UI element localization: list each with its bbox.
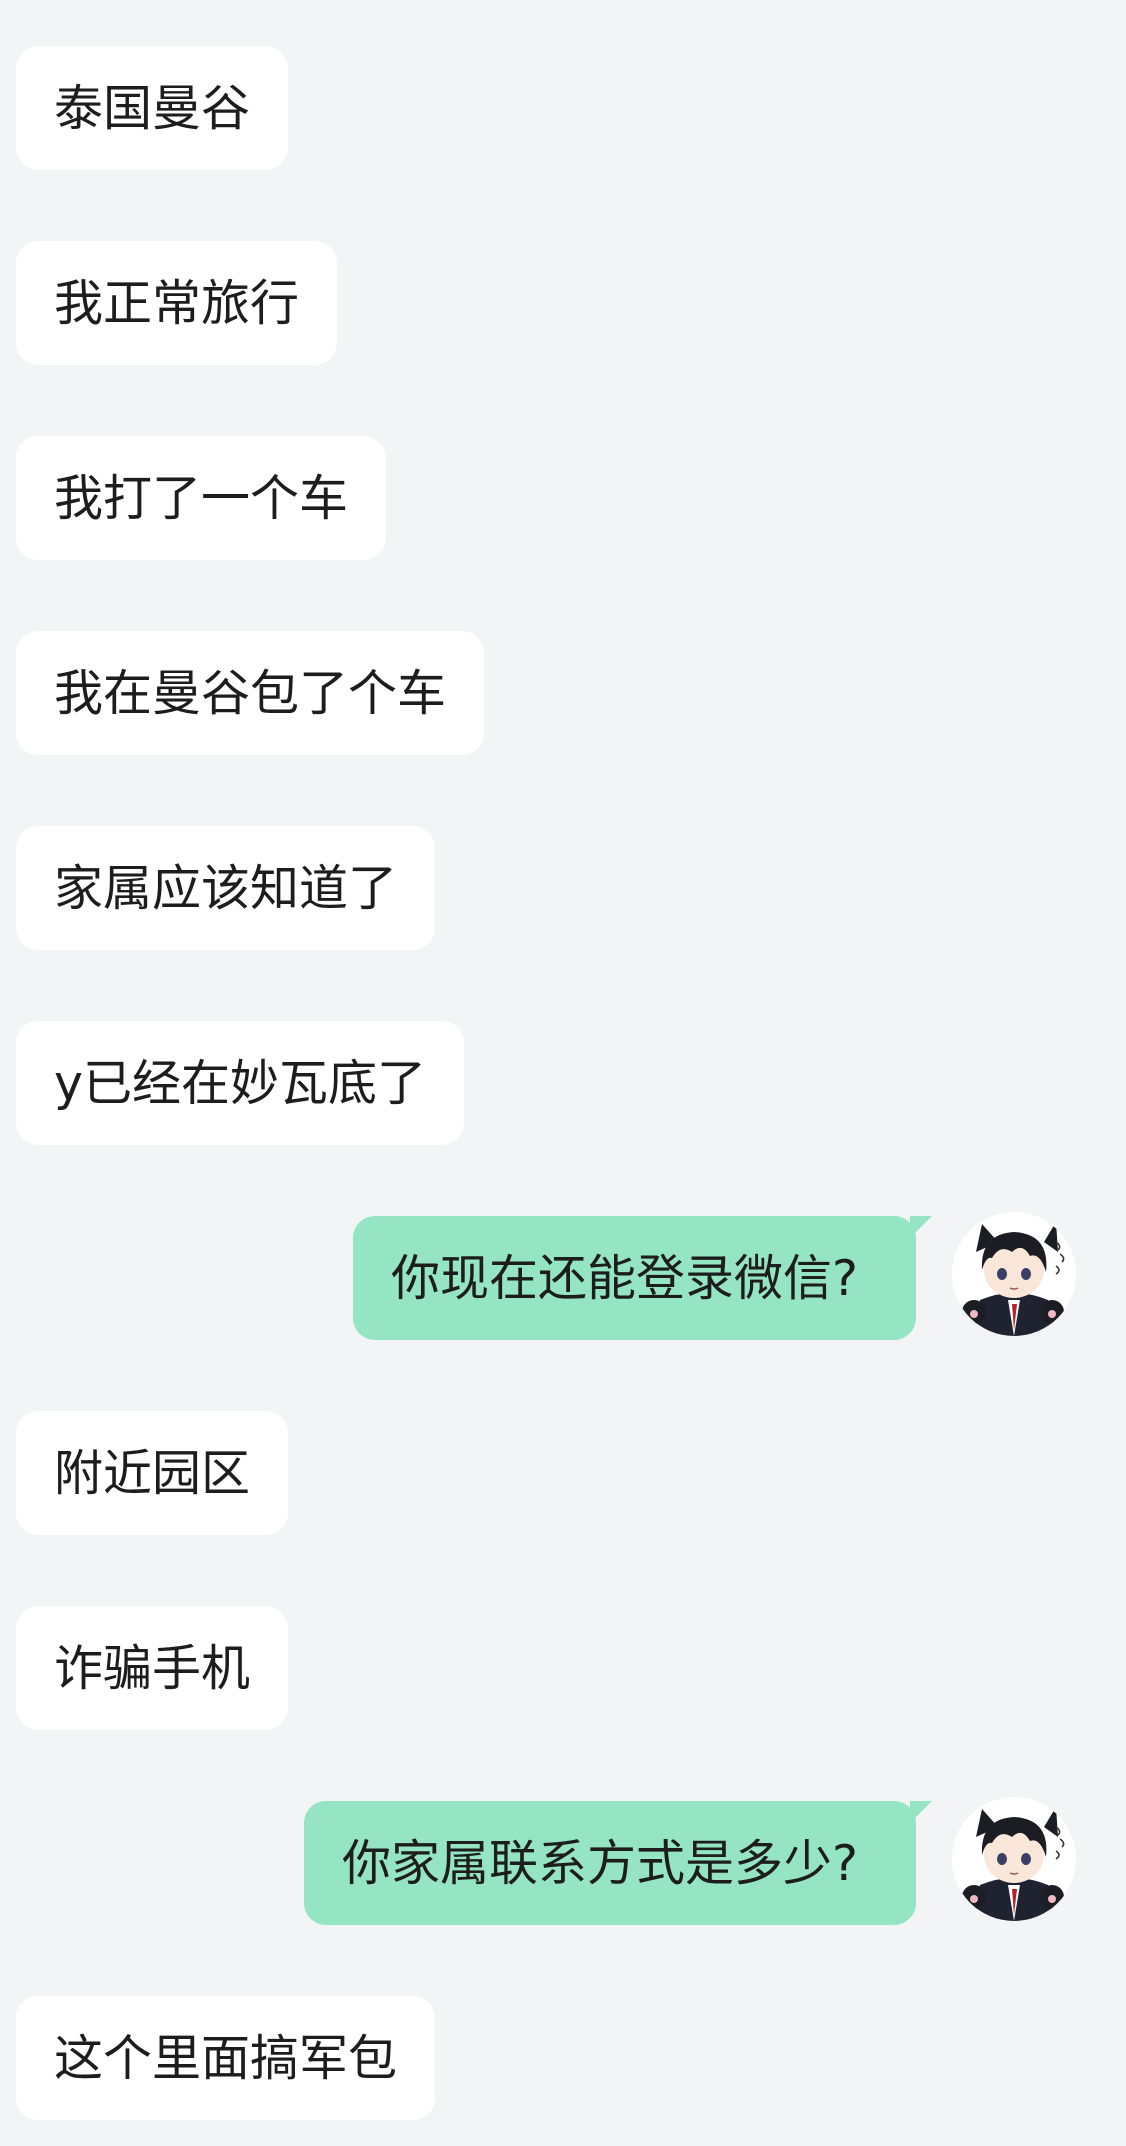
avatar[interactable]: [952, 1212, 1076, 1336]
incoming-message-bubble[interactable]: y已经在妙瓦底了: [16, 1021, 464, 1145]
chat-message-list[interactable]: 泰国曼谷 我正常旅行 我打了一个车 我在曼谷包了个车 家属应该知道了 y已经在妙…: [0, 0, 1126, 2146]
incoming-message-bubble[interactable]: 泰国曼谷: [16, 46, 289, 170]
bubble-tail: [910, 1216, 932, 1238]
anime-boy-cat-ears-icon: [952, 1797, 1076, 1921]
incoming-message-bubble[interactable]: 我正常旅行: [16, 241, 338, 365]
message-text: 我在曼谷包了个车: [54, 664, 447, 722]
message-text: 泰国曼谷: [54, 79, 251, 137]
message-row-incoming: 我在曼谷包了个车: [0, 631, 1126, 755]
message-row-incoming: 这个里面搞军包: [0, 1996, 1126, 2120]
message-text: 这个里面搞军包: [54, 2029, 398, 2087]
message-row-incoming: 附近园区: [0, 1411, 1126, 1535]
message-row-outgoing: 你现在还能登录微信?: [0, 1212, 1126, 1340]
message-row-incoming: 家属应该知道了: [0, 826, 1126, 950]
incoming-message-bubble[interactable]: 家属应该知道了: [16, 826, 436, 950]
message-text: 诈骗手机: [54, 1639, 251, 1697]
message-text: 你现在还能登录微信?: [390, 1249, 858, 1307]
message-text: 附近园区: [54, 1444, 251, 1502]
message-row-incoming: y已经在妙瓦底了: [0, 1021, 1126, 1145]
outgoing-message-bubble[interactable]: 你现在还能登录微信?: [352, 1216, 932, 1340]
message-row-incoming: 我打了一个车: [0, 436, 1126, 560]
outgoing-message-bubble[interactable]: 你家属联系方式是多少?: [303, 1801, 932, 1925]
message-text: y已经在妙瓦底了: [54, 1054, 426, 1112]
message-row-incoming: 诈骗手机: [0, 1606, 1126, 1730]
message-text: 你家属联系方式是多少?: [341, 1834, 858, 1892]
message-text: 我正常旅行: [54, 274, 300, 332]
message-row-incoming: 泰国曼谷: [0, 46, 1126, 170]
avatar[interactable]: [952, 1797, 1076, 1921]
message-text: 家属应该知道了: [54, 859, 398, 917]
message-row-outgoing: 你家属联系方式是多少?: [0, 1797, 1126, 1925]
anime-boy-cat-ears-icon: [952, 1212, 1076, 1336]
incoming-message-bubble[interactable]: 诈骗手机: [16, 1606, 289, 1730]
incoming-message-bubble[interactable]: 这个里面搞军包: [16, 1996, 436, 2120]
incoming-message-bubble[interactable]: 附近园区: [16, 1411, 289, 1535]
incoming-message-bubble[interactable]: 我在曼谷包了个车: [16, 631, 485, 755]
bubble-tail: [910, 1801, 932, 1823]
message-row-incoming: 我正常旅行: [0, 241, 1126, 365]
message-text: 我打了一个车: [54, 469, 349, 527]
incoming-message-bubble[interactable]: 我打了一个车: [16, 436, 387, 560]
